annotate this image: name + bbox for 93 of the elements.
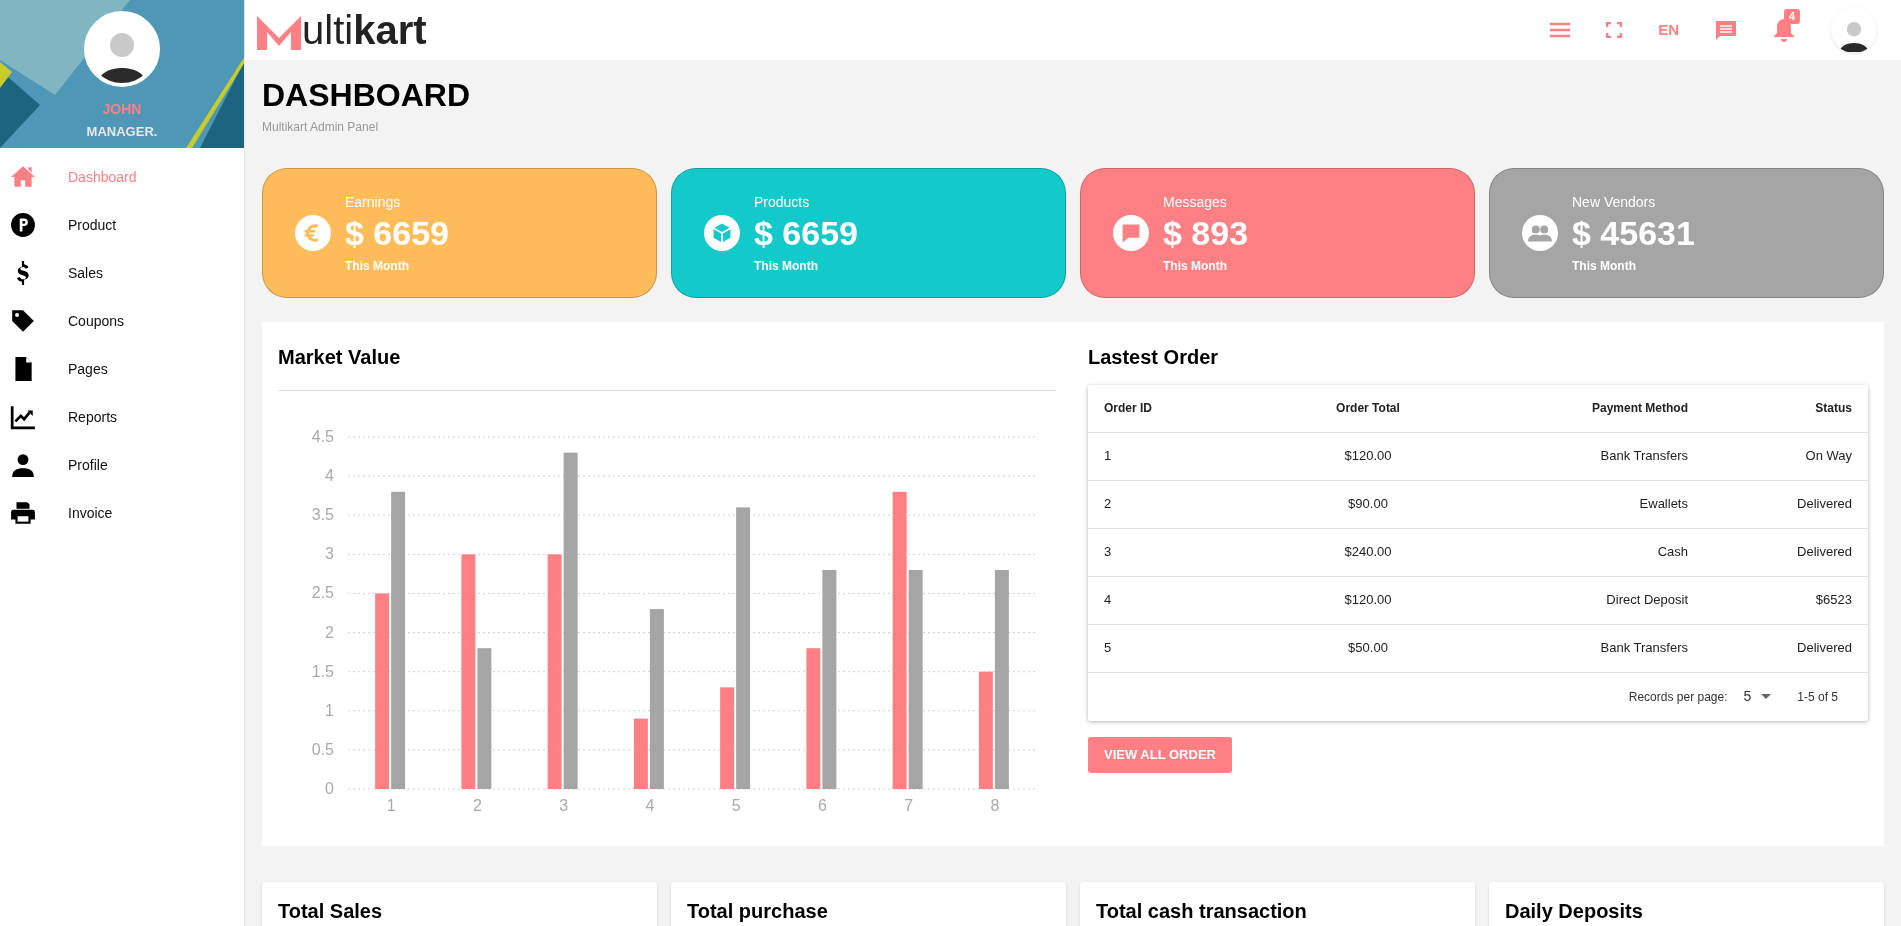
y-tick-label: 0.5 <box>311 740 334 758</box>
table-cell: Direct Deposit <box>1448 576 1688 624</box>
stat-period: This Month <box>1163 257 1228 275</box>
line-chart-icon <box>10 404 36 430</box>
sidebar-item[interactable]: Coupons <box>0 297 244 345</box>
stat-value: $ 6659 <box>754 212 858 253</box>
table-cell: 4 <box>1088 576 1288 624</box>
page-title: DASHBOARD <box>262 76 471 114</box>
sidebar-item[interactable]: Reports <box>0 393 244 441</box>
table-cell: $6523 <box>1688 576 1868 624</box>
person-icon <box>10 452 36 478</box>
y-tick-label: 4 <box>325 467 334 485</box>
stat-label: Earnings <box>345 192 402 212</box>
x-tick-label: 7 <box>904 797 914 814</box>
chat-bubble-icon <box>1113 215 1149 251</box>
x-tick-label: 1 <box>386 797 396 814</box>
user-name: JOHN <box>102 100 142 119</box>
table-cell: $90.00 <box>1288 480 1448 528</box>
logo-text: ultikart <box>302 10 427 50</box>
table-cell: $50.00 <box>1288 624 1448 672</box>
table-cell: $240.00 <box>1288 528 1448 576</box>
table-cell: Delivered <box>1688 480 1868 528</box>
sidebar-item[interactable]: Product <box>0 201 244 249</box>
user-role: MANAGER. <box>86 123 158 141</box>
printer-icon <box>10 500 36 526</box>
sidebar-item[interactable]: Pages <box>0 345 244 393</box>
euro-icon <box>295 215 331 251</box>
y-tick-label: 1.5 <box>311 662 334 680</box>
stat-label: Products <box>754 192 811 212</box>
y-tick-label: 4.5 <box>311 428 334 445</box>
table-cell: Delivered <box>1688 624 1868 672</box>
card-title: Total Sales <box>278 899 384 924</box>
stat-period: This Month <box>754 257 819 275</box>
notification-badge: 4 <box>1784 9 1801 24</box>
table-cell: Cash <box>1448 528 1688 576</box>
stat-value: $ 6659 <box>345 212 449 253</box>
chat-icon[interactable] <box>1715 19 1737 41</box>
table-cell: $120.00 <box>1288 576 1448 624</box>
y-tick-label: 0 <box>325 780 334 797</box>
table-cell: 5 <box>1088 624 1288 672</box>
logo-mark-icon <box>257 14 301 50</box>
menu-icon[interactable] <box>1550 22 1571 38</box>
caret-icon <box>1761 694 1772 699</box>
table-cell: 1 <box>1088 432 1288 480</box>
table-cell: Ewallets <box>1448 480 1688 528</box>
x-tick-label: 2 <box>472 797 482 814</box>
y-tick-label: 3 <box>325 545 334 563</box>
tag-icon <box>10 308 36 334</box>
section-title: Market Value <box>278 345 402 370</box>
people-icon <box>1522 215 1558 251</box>
table-cell: 2 <box>1088 480 1288 528</box>
stat-label: New Vendors <box>1572 192 1657 212</box>
fullscreen-icon[interactable] <box>1606 22 1623 38</box>
records-per-page-select[interactable]: 5 <box>1743 686 1772 707</box>
table-cell: Bank Transfers <box>1448 624 1688 672</box>
card-title: Total purchase <box>687 899 829 924</box>
pagination-range: 1-5 of 5 <box>1797 688 1838 706</box>
x-tick-label: 6 <box>817 797 827 814</box>
column-header: Order ID <box>1088 385 1288 432</box>
x-tick-label: 3 <box>559 797 569 814</box>
card-title: Total cash transaction <box>1096 899 1308 924</box>
records-per-page-label: Records per page: <box>1628 688 1728 706</box>
column-header: Status <box>1688 385 1868 432</box>
x-tick-label: 5 <box>731 797 741 814</box>
sidebar-item[interactable]: Invoice <box>0 489 244 537</box>
y-tick-label: 2.5 <box>311 584 334 602</box>
column-header: Payment Method <box>1448 385 1688 432</box>
sidebar-item[interactable]: Profile <box>0 441 244 489</box>
page-subtitle: Multikart Admin Panel <box>262 119 380 136</box>
x-tick-label: 4 <box>645 797 655 814</box>
x-tick-label: 8 <box>990 797 1000 814</box>
y-tick-label: 1 <box>325 701 334 719</box>
stat-value: $ 893 <box>1163 212 1249 253</box>
avatar-placeholder[interactable] <box>1831 7 1877 53</box>
sidebar-item[interactable]: Sales <box>0 249 244 297</box>
table-cell: On Way <box>1688 432 1868 480</box>
card-title: Daily Deposits <box>1505 899 1644 924</box>
column-header: Order Total <box>1288 385 1448 432</box>
stat-value: $ 45631 <box>1572 212 1695 253</box>
stat-period: This Month <box>345 257 410 275</box>
y-tick-label: 2 <box>325 623 334 641</box>
p-circle-icon <box>10 212 36 238</box>
home-icon <box>10 164 36 190</box>
bell-icon[interactable] <box>1773 18 1795 42</box>
table-cell: Bank Transfers <box>1448 432 1688 480</box>
stat-period: This Month <box>1572 257 1637 275</box>
table-cell: 3 <box>1088 528 1288 576</box>
stat-label: Messages <box>1163 192 1228 212</box>
box-icon <box>704 215 740 251</box>
table-cell: $120.00 <box>1288 432 1448 480</box>
section-title: Lastest Order <box>1088 345 1220 370</box>
table-cell: Delivered <box>1688 528 1868 576</box>
y-tick-label: 3.5 <box>311 506 334 524</box>
